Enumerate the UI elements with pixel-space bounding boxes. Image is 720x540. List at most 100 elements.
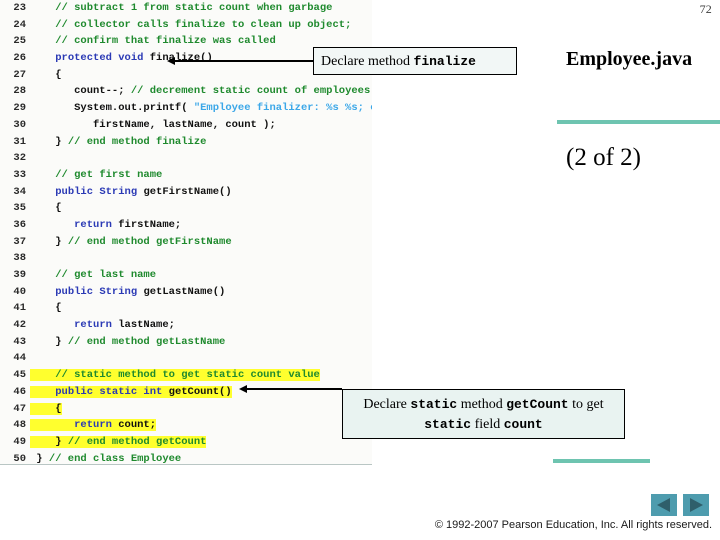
code-token: firstName;	[118, 218, 182, 231]
code-token: }	[30, 135, 68, 148]
code-line-number: 49	[13, 435, 26, 448]
slide-title: Employee.java	[566, 48, 693, 70]
code-line-text: {	[30, 68, 62, 81]
code-line-number: 44	[13, 352, 26, 365]
divider-bottom	[553, 459, 650, 463]
code-token: }	[30, 452, 49, 465]
code-line-number: 27	[13, 68, 26, 81]
code-line-number: 24	[13, 18, 26, 31]
code-line-text: {	[30, 202, 62, 215]
callout-2-code-count: count	[503, 417, 543, 432]
code-line: 40 public String getLastName()	[0, 284, 372, 301]
callout-2-code-getcount: getCount	[506, 397, 569, 412]
code-token: public static int	[55, 385, 169, 398]
code-line-text: return firstName;	[30, 219, 181, 231]
code-token: // end method getCount	[67, 435, 207, 448]
code-line: 33 // get first name	[0, 167, 372, 184]
slide-subtitle: (2 of 2)	[566, 144, 641, 171]
code-line-number: 23	[13, 2, 26, 14]
code-line: 41 {	[0, 300, 372, 317]
code-line: 48 return count;	[0, 417, 372, 434]
code-line-number: 47	[13, 402, 26, 415]
code-line-text: // get last name	[30, 269, 156, 281]
code-line-number: 31	[13, 135, 26, 148]
code-line-number: 25	[13, 35, 26, 48]
code-token: getCount()	[168, 385, 232, 398]
code-line-number: 40	[13, 285, 26, 298]
divider-top	[557, 120, 720, 124]
triangle-left-icon	[657, 498, 670, 512]
callout-2-text-part1: Declare	[363, 397, 411, 412]
code-line-text: // subtract 1 from static count when gar…	[30, 2, 332, 14]
code-token: public String	[55, 185, 144, 198]
code-token: // end class Employee	[48, 452, 182, 465]
code-token: count;	[118, 419, 157, 432]
code-token: {	[30, 68, 62, 81]
code-line: 34 public String getFirstName()	[0, 184, 372, 201]
code-token: {	[30, 202, 62, 215]
code-line-text: } // end method getLastName	[30, 336, 225, 348]
code-line-number: 35	[13, 202, 26, 215]
code-token: finalize()	[149, 52, 213, 65]
code-token: // confirm that finalize was called	[55, 35, 276, 48]
callout-2-code-static-2: static	[424, 417, 472, 432]
previous-slide-button[interactable]	[651, 494, 677, 516]
code-token: count--;	[30, 85, 131, 98]
code-line: 44	[0, 350, 372, 367]
code-token: getFirstName()	[143, 185, 232, 198]
code-line-text: firstName, lastName, count );	[30, 119, 276, 131]
code-line-text: } // end class Employee	[30, 452, 182, 465]
code-line-text: protected void finalize()	[30, 52, 213, 64]
code-line-text: } // end method getFirstName	[30, 236, 231, 248]
code-line-text: return lastName;	[30, 319, 175, 331]
callout-2-text-part3: to get	[568, 397, 604, 412]
code-token: System.out.printf(	[30, 102, 194, 115]
code-token: lastName;	[118, 319, 175, 332]
next-slide-button[interactable]	[683, 494, 709, 516]
code-line-number: 43	[13, 335, 26, 348]
code-line-number: 34	[13, 185, 26, 198]
triangle-right-icon	[690, 498, 703, 512]
code-token: return	[74, 218, 119, 231]
callout-declare-getcount: Declare static method getCount to get st…	[342, 389, 625, 439]
code-token: }	[30, 435, 68, 448]
code-token: {	[30, 402, 62, 415]
code-line-text: {	[30, 402, 62, 415]
slide-canvas: 72 23 // subtract 1 from static count wh…	[0, 0, 720, 540]
code-token: // end method finalize	[67, 135, 207, 148]
code-token: "Employee finalizer: %s %s; count = %d\n…	[193, 102, 372, 115]
code-line: 45 // static method to get static count …	[0, 367, 372, 384]
code-line-number: 45	[13, 369, 26, 382]
code-token: getLastName()	[143, 285, 226, 298]
code-token: }	[30, 335, 68, 348]
code-line-number: 38	[13, 252, 26, 265]
code-line-text: public String getLastName()	[30, 286, 225, 298]
callout-2-text-part4: field	[471, 417, 504, 432]
code-token: // static method to get static count val…	[55, 369, 320, 382]
code-line-number: 28	[13, 85, 26, 98]
code-token: // get last name	[55, 269, 157, 281]
code-token: // subtract 1 from static count when gar…	[55, 2, 333, 14]
code-line: 28 count--; // decrement static count of…	[0, 83, 372, 100]
callout-arrow-1-head	[167, 56, 175, 65]
code-line-number: 48	[13, 419, 26, 432]
code-line-text: // confirm that finalize was called	[30, 35, 276, 47]
code-line: 39 // get last name	[0, 267, 372, 284]
callout-arrow-2-line	[247, 388, 342, 390]
code-line: 32	[0, 150, 372, 167]
code-line: 46 public static int getCount()	[0, 384, 372, 401]
code-token: firstName, lastName, count );	[30, 118, 276, 131]
code-line-text: // static method to get static count val…	[30, 369, 320, 382]
code-line-number: 39	[13, 269, 26, 281]
copyright-footer: © 1992-2007 Pearson Education, Inc. All …	[434, 519, 712, 531]
code-line-number: 36	[13, 218, 26, 231]
